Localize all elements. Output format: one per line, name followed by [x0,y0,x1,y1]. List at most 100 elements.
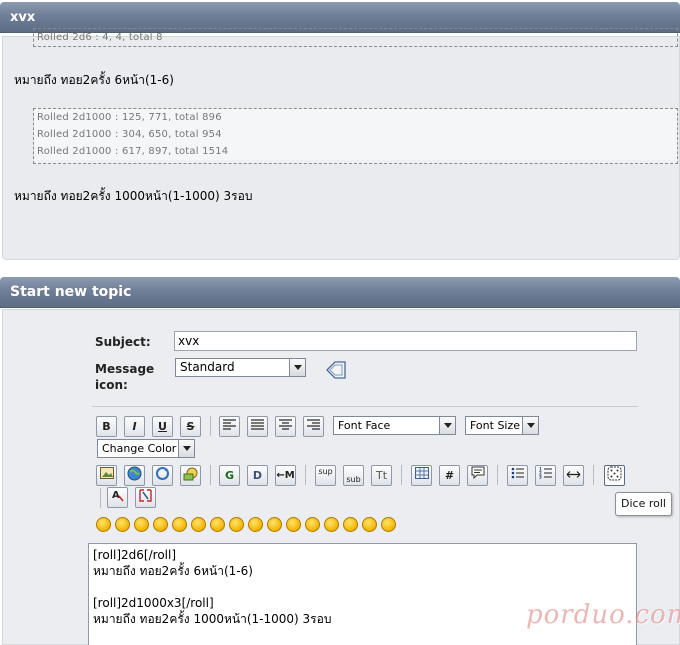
code-button[interactable]: # [439,465,460,486]
align-center-icon [279,419,292,430]
post-text-line: หมายถึง ทอย2ครั้ง 1000หน้า(1-1000) 3รอบ [14,189,253,203]
bold-icon: B [102,420,111,433]
font-color-button[interactable]: A [107,487,128,508]
align-left-icon [223,419,236,430]
dice-icon [607,466,622,481]
lips-sealed-icon[interactable] [324,517,339,532]
cry-icon[interactable] [381,517,396,532]
teletype-button[interactable]: Tt [371,465,392,486]
message-icon-value: Standard [180,360,235,374]
horizontal-rule-button[interactable] [563,465,584,486]
insert-flash-button[interactable] [152,465,173,486]
insert-email-button[interactable] [180,465,201,486]
remove-format-button[interactable] [135,487,156,508]
wink-icon[interactable] [115,517,130,532]
quote-button[interactable] [467,465,488,486]
font-size-value: Font Size [470,419,521,432]
teletype-icon: Tt [375,469,388,482]
align-right-button[interactable] [303,416,324,437]
image-icon [99,467,114,479]
dice-roll-button[interactable] [604,465,625,486]
strikethrough-icon: S [186,420,195,433]
undecided-icon[interactable] [343,517,358,532]
email-icon [183,467,198,481]
kiss-icon[interactable] [362,517,377,532]
superscript-button[interactable]: sup [315,465,336,486]
subscript-button[interactable]: sub [343,465,364,486]
google-button[interactable]: G [219,465,240,486]
grin-icon[interactable] [134,517,149,532]
message-icon-select[interactable]: Standard [175,358,306,377]
d-button[interactable]: D [247,465,268,486]
strikethrough-button[interactable]: S [180,416,201,437]
toolbar-separator [497,465,498,485]
watermark-logo: porduo.com [526,600,680,630]
dice-roll-tooltip: Dice roll [615,492,672,516]
divider [92,406,638,407]
google-icon: G [224,469,235,482]
bullet-list-icon [511,467,524,479]
toolbar-separator [401,465,402,485]
roll-result: Rolled 2d1000 : 617, 897, total 1514 [34,143,677,160]
toolbar-separator [593,465,594,485]
chevron-down-icon[interactable] [522,417,538,434]
tongue-icon[interactable] [286,517,301,532]
message-icon-label: Message icon: [95,362,155,392]
bullet-list-button[interactable] [507,465,528,486]
insert-image-button[interactable] [96,465,117,486]
toolbar-separator [210,416,211,436]
font-color-value: Change Color [102,442,177,455]
insert-table-button[interactable] [411,465,432,486]
align-right-icon [307,419,320,430]
form-title: Start new topic [0,277,680,308]
flash-icon [156,467,169,480]
toolbar-separator [210,465,211,485]
embarrassed-icon[interactable] [305,517,320,532]
align-center-button[interactable] [275,416,296,437]
align-left-button[interactable] [219,416,240,437]
subscript-icon: sub [346,475,361,484]
font-face-value: Font Face [338,419,391,432]
hash-icon: # [444,469,455,482]
italic-button[interactable]: I [124,416,145,437]
roll-result: Rolled 2d1000 : 304, 650, total 954 [34,126,677,143]
angry-icon[interactable] [172,517,187,532]
shocked-icon[interactable] [210,517,225,532]
dice-roll-box: Rolled 2d6 : 4, 4, total 8 [33,28,678,47]
huh-icon[interactable] [248,517,263,532]
font-size-select[interactable]: Font Size [465,416,539,435]
align-justify-button[interactable] [247,416,268,437]
sad-icon[interactable] [191,517,206,532]
roll-eyes-icon[interactable] [267,517,282,532]
cool-icon[interactable] [229,517,244,532]
chevron-down-icon[interactable] [439,417,455,434]
post-text-line: หมายถึง ทอย2ครั้ง 6หน้า(1-6) [14,73,174,87]
numbered-list-icon: 123 [539,467,552,480]
d-icon: D [252,469,263,482]
smile-icon[interactable] [96,517,111,532]
table-icon [414,467,429,479]
subject-input[interactable] [174,331,637,351]
laugh-icon[interactable] [153,517,168,532]
insert-link-button[interactable] [124,465,145,486]
remove-format-icon [139,489,152,502]
numbered-list-button[interactable]: 123 [535,465,556,486]
chevron-down-icon[interactable] [289,359,305,376]
roll-result: Rolled 2d6 : 4, 4, total 8 [37,32,163,43]
chevron-down-icon[interactable] [178,440,194,457]
italic-icon: I [132,420,137,433]
align-justify-icon [251,419,264,430]
subject-label: Subject: [95,335,151,349]
font-color-icon: A [112,490,124,502]
move-icon: ←M [276,470,295,481]
font-face-select[interactable]: Font Face [333,416,456,435]
dice-roll-box: Rolled 2d1000 : 125, 771, total 896 Roll… [33,108,678,164]
underline-icon: U [158,420,167,433]
bold-button[interactable]: B [96,416,117,437]
move-button[interactable]: ←M [275,465,296,486]
toolbar-separator [305,465,306,485]
svg-text:A: A [112,490,120,501]
underline-button[interactable]: U [152,416,173,437]
font-color-select[interactable]: Change Color [97,439,195,458]
horizontal-rule-icon [566,471,581,478]
